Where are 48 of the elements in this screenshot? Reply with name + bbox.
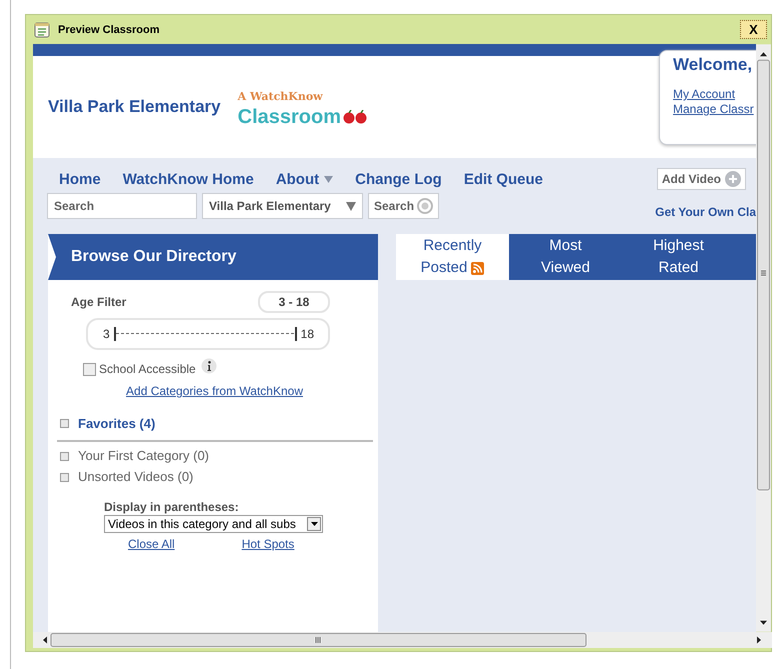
vertical-scrollbar[interactable] xyxy=(756,44,771,632)
document-icon xyxy=(34,22,50,38)
horizontal-scrollbar[interactable] xyxy=(33,632,772,648)
display-dropdown[interactable]: Videos in this category and all subs xyxy=(104,515,323,533)
logo-wordmark: Classroom xyxy=(238,105,341,130)
account-link[interactable]: Manage Classr xyxy=(673,102,756,117)
dropdown-button[interactable] xyxy=(307,517,321,531)
close-button[interactable]: X xyxy=(740,20,767,39)
nav-link[interactable]: Home xyxy=(59,170,101,188)
add-categories-link[interactable]: Add Categories from WatchKnow xyxy=(126,384,303,398)
nav-link[interactable]: Edit Queue xyxy=(464,170,543,188)
category-item[interactable]: Your First Category (0) xyxy=(78,448,210,464)
square-bullet-icon xyxy=(60,452,69,460)
display-label: Display in parentheses: xyxy=(104,500,240,514)
square-bullet-icon xyxy=(60,472,69,482)
tab[interactable]: Highest Rated xyxy=(622,234,735,280)
tab[interactable]: Most Viewed xyxy=(509,234,622,280)
caret-icon xyxy=(310,522,318,526)
square-bullet-icon xyxy=(60,419,69,428)
directory-title: Browse Our Directory xyxy=(71,248,236,266)
category-item[interactable]: Unsorted Videos (0) xyxy=(78,469,194,485)
nav-link[interactable]: WatchKnow Home xyxy=(122,170,254,188)
scope-dropdown[interactable]: Villa Park Elementary xyxy=(202,193,363,219)
apple-icon xyxy=(343,110,367,124)
get-classroom-link[interactable]: Get Your Own Cla xyxy=(655,205,756,219)
school-name: Villa Park Elementary xyxy=(48,97,221,117)
search-icon xyxy=(417,198,434,214)
search-field[interactable]: Search xyxy=(47,193,197,219)
plus-icon xyxy=(725,171,742,187)
checkbox[interactable] xyxy=(83,362,96,376)
search-button[interactable]: Search xyxy=(368,193,440,219)
age-range-display: 3 - 18 xyxy=(258,291,330,313)
nav-link[interactable]: Change Log xyxy=(355,170,442,188)
add-video-button[interactable]: Add Video xyxy=(656,168,746,190)
caret-icon xyxy=(346,202,356,210)
age-filter-label: Age Filter xyxy=(71,295,126,309)
dropdown-value: Videos in this category and all subs xyxy=(107,517,296,531)
account-link[interactable]: My Account xyxy=(673,87,756,102)
window-title: Preview Classroom xyxy=(58,24,160,36)
nav-link[interactable]: About xyxy=(276,170,334,188)
info-icon[interactable] xyxy=(200,358,217,374)
welcome-text: Welcome, xyxy=(673,55,754,75)
favorites-item[interactable]: Favorites (4) xyxy=(78,416,156,431)
logo-tagline: A WatchKnow xyxy=(238,90,324,104)
bottom-link[interactable]: Close All xyxy=(128,537,175,551)
checkbox-label: School Accessible xyxy=(99,362,196,376)
tab[interactable]: Recently Posted xyxy=(396,234,509,280)
bottom-link[interactable]: Hot Spots xyxy=(242,537,294,551)
